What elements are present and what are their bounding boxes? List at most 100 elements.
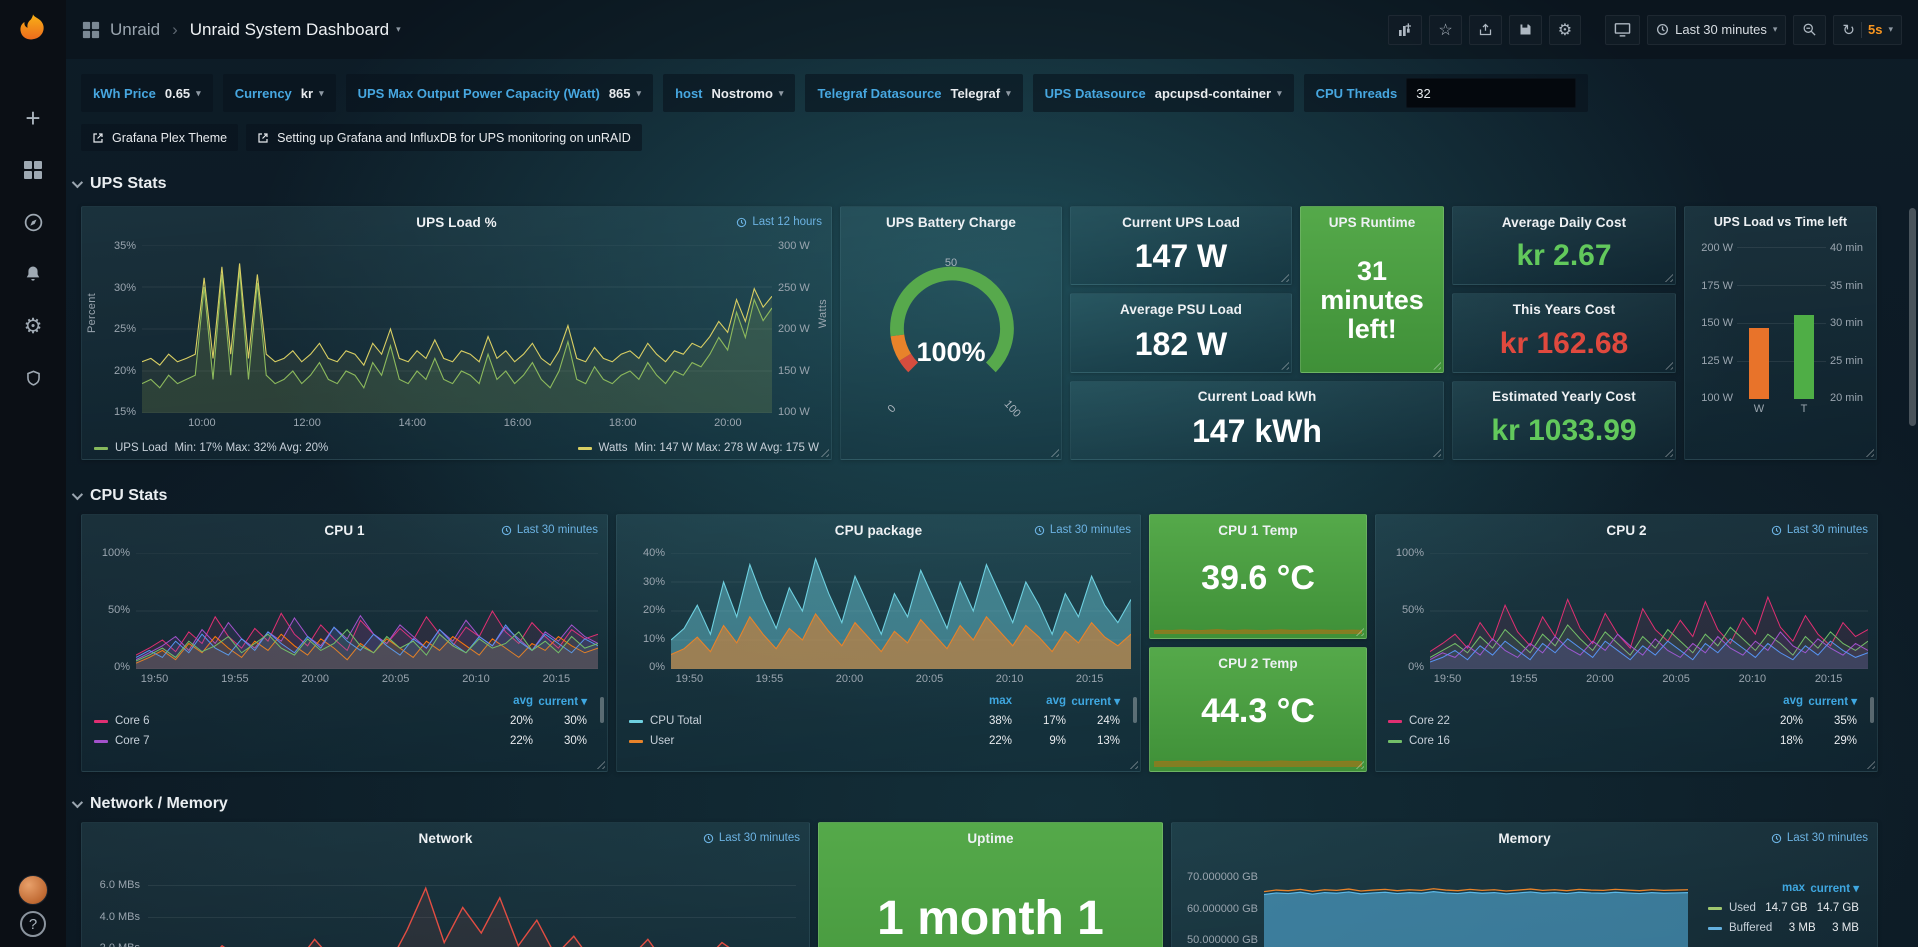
legend-column-header[interactable]: max — [958, 695, 1012, 707]
panel-title[interactable]: Average PSU Load — [1071, 294, 1291, 324]
legend-value: 30% — [533, 735, 587, 747]
legend-row[interactable]: User22%9%13% — [617, 731, 1132, 751]
legend-row[interactable]: Core 620%30% — [82, 711, 599, 731]
panel-title[interactable]: Average Daily Cost — [1453, 207, 1675, 237]
legend-column-header[interactable]: avg — [1749, 695, 1803, 707]
series-name[interactable]: Used — [1708, 902, 1756, 914]
legend-column-header[interactable]: avg — [1012, 695, 1066, 707]
cpu2-chart[interactable] — [1430, 553, 1868, 669]
series-name[interactable]: Core 7 — [94, 735, 479, 747]
sidebar-create-button[interactable]: + — [0, 92, 66, 144]
help-button[interactable]: ? — [20, 911, 46, 937]
legend-row[interactable]: Used14.7 GB14.7 GB — [1696, 898, 1871, 918]
network-chart[interactable] — [148, 861, 796, 947]
legend-item-ups-load[interactable]: UPS Load Min: 17% Max: 32% Avg: 20% — [94, 442, 328, 454]
panel-title[interactable]: Current UPS Load — [1071, 207, 1291, 237]
y-axis-label-left: Percent — [86, 293, 98, 333]
panel-title[interactable]: Uptime — [819, 823, 1162, 853]
bar-label-w: W — [1754, 403, 1764, 415]
bar-w[interactable] — [1740, 247, 1779, 399]
series-name[interactable]: Core 16 — [1388, 735, 1749, 747]
legend-item-watts[interactable]: Watts Min: 147 W Max: 278 W Avg: 175 W — [578, 442, 819, 454]
sidebar-configuration-button[interactable]: ⚙ — [0, 300, 66, 352]
variable-label: host — [675, 86, 702, 101]
axis-tick: 20% — [625, 604, 665, 616]
row-header-network-memory[interactable]: Network / Memory — [72, 792, 228, 816]
axis-tick: 175 W — [1691, 280, 1733, 292]
panel-title[interactable]: UPS Load % — [82, 207, 831, 237]
legend-column-header[interactable]: current ▾ — [533, 694, 587, 708]
refresh-button[interactable]: ↻ 5s ▾ — [1833, 15, 1902, 45]
grafana-logo[interactable] — [13, 10, 53, 50]
page-scrollbar[interactable] — [1909, 208, 1916, 426]
panel-title[interactable]: Network — [82, 823, 809, 853]
link-grafana-plex-theme[interactable]: Grafana Plex Theme — [81, 124, 238, 151]
variable-ups-max-output[interactable]: UPS Max Output Power Capacity (Watt) 865… — [346, 74, 653, 112]
panel-title[interactable]: Current Load kWh — [1071, 382, 1443, 412]
panel-title[interactable]: UPS Runtime — [1301, 207, 1443, 237]
variable-currency[interactable]: Currency kr▾ — [223, 74, 336, 112]
zoom-out-button[interactable] — [1793, 15, 1826, 45]
variable-host[interactable]: host Nostromo▾ — [663, 74, 795, 112]
row-header-ups-stats[interactable]: UPS Stats — [72, 172, 166, 196]
series-name[interactable]: Core 22 — [1388, 715, 1749, 727]
sidebar-explore-button[interactable] — [0, 196, 66, 248]
panel-title[interactable]: UPS Load vs Time left — [1685, 207, 1876, 237]
user-avatar[interactable] — [18, 875, 48, 905]
series-name[interactable]: Core 6 — [94, 715, 479, 727]
dashboard-title[interactable]: Unraid System Dashboard ▾ — [190, 20, 401, 40]
variable-value: Nostromo — [712, 86, 773, 101]
cpu-threads-input[interactable] — [1406, 78, 1576, 108]
legend-scrollbar[interactable] — [1133, 697, 1137, 723]
panel-memory: Memory Last 30 minutes 70.000000 GB60.00… — [1171, 822, 1878, 947]
cpu-package-chart[interactable] — [671, 553, 1131, 669]
legend-column-header[interactable]: current ▾ — [1066, 694, 1120, 708]
add-panel-button[interactable] — [1388, 15, 1422, 45]
breadcrumb-folder[interactable]: Unraid — [110, 20, 160, 40]
ups-load-chart[interactable] — [142, 245, 772, 413]
axis-tick: 20:10 — [1739, 673, 1767, 685]
share-button[interactable] — [1469, 15, 1502, 45]
variable-kwh-price[interactable]: kWh Price 0.65▾ — [81, 74, 213, 112]
legend-row[interactable]: Core 2220%35% — [1376, 711, 1869, 731]
panel-title[interactable]: UPS Battery Charge — [841, 207, 1061, 237]
time-range-picker[interactable]: Last 30 minutes ▾ — [1647, 15, 1786, 45]
ups-bar-chart[interactable] — [1737, 247, 1826, 399]
panel-title[interactable]: CPU 1 Temp — [1150, 515, 1366, 545]
bar-t[interactable] — [1784, 247, 1823, 399]
refresh-icon: ↻ — [1842, 21, 1855, 39]
panel-title[interactable]: Estimated Yearly Cost — [1453, 382, 1675, 412]
variable-ups-datasource[interactable]: UPS Datasource apcupsd-container▾ — [1033, 74, 1294, 112]
legend-column-header[interactable]: current ▾ — [1803, 694, 1857, 708]
axis-tick: 15% — [100, 406, 136, 418]
dashboard-settings-button[interactable]: ⚙ — [1549, 15, 1581, 45]
axis-tick: 70.000000 GB — [1178, 871, 1258, 883]
legend-column-header[interactable]: current ▾ — [1805, 881, 1859, 895]
legend-row[interactable]: Core 722%30% — [82, 731, 599, 751]
legend-scrollbar[interactable] — [600, 697, 604, 723]
sidebar-admin-button[interactable] — [0, 352, 66, 404]
series-name[interactable]: CPU Total — [629, 715, 958, 727]
legend-row[interactable]: Core 1618%29% — [1376, 731, 1869, 751]
star-button[interactable]: ☆ — [1429, 15, 1461, 45]
legend-scrollbar[interactable] — [1870, 697, 1874, 723]
link-ups-monitoring-guide[interactable]: Setting up Grafana and InfluxDB for UPS … — [246, 124, 642, 151]
cycle-view-button[interactable] — [1605, 15, 1640, 45]
panel-title[interactable]: This Years Cost — [1453, 294, 1675, 324]
sidebar-alerting-button[interactable] — [0, 248, 66, 300]
series-name[interactable]: User — [629, 735, 958, 747]
cpu2-temp-sparkline — [1154, 741, 1362, 767]
panel-title[interactable]: CPU 2 Temp — [1150, 648, 1366, 678]
series-name[interactable]: Buffered — [1708, 922, 1772, 934]
memory-chart[interactable] — [1264, 861, 1688, 947]
cpu1-chart[interactable] — [136, 553, 598, 669]
legend-column-header[interactable]: avg — [479, 695, 533, 707]
legend-row[interactable]: Buffered3 MB3 MB — [1696, 918, 1871, 938]
battery-gauge[interactable] — [877, 251, 1027, 401]
variable-telegraf-datasource[interactable]: Telegraf Datasource Telegraf▾ — [805, 74, 1022, 112]
sidebar-dashboards-button[interactable] — [0, 144, 66, 196]
legend-column-header[interactable]: max — [1751, 882, 1805, 894]
legend-row[interactable]: CPU Total38%17%24% — [617, 711, 1132, 731]
save-button[interactable] — [1509, 15, 1542, 45]
row-header-cpu-stats[interactable]: CPU Stats — [72, 484, 167, 508]
